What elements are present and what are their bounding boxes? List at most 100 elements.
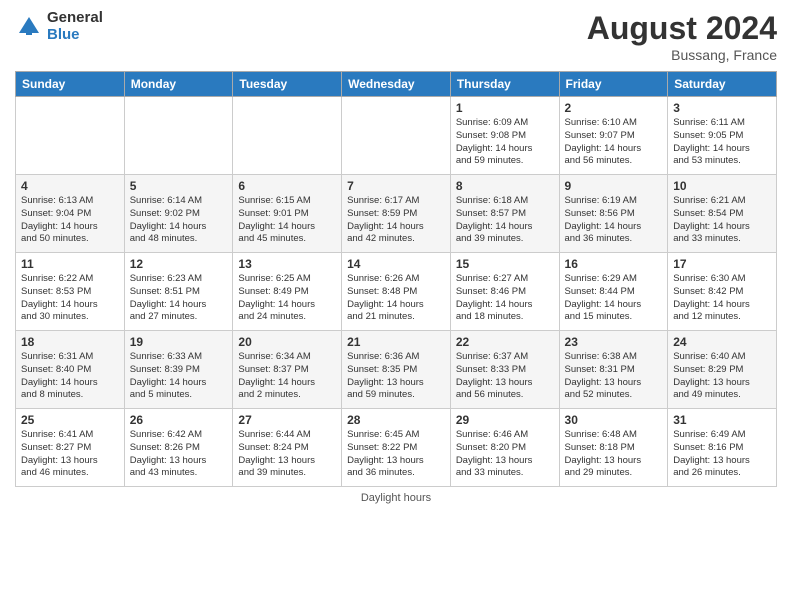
day-number: 9 (565, 179, 663, 193)
calendar-cell: 3 Sunrise: 6:11 AMSunset: 9:05 PMDaylight… (668, 97, 777, 175)
day-info: Sunrise: 6:48 AMSunset: 8:18 PMDaylight:… (565, 429, 663, 480)
daylight-hours-label: Daylight hours (361, 492, 431, 504)
day-info: Sunrise: 6:09 AMSunset: 9:08 PMDaylight:… (456, 117, 554, 168)
day-info: Sunrise: 6:29 AMSunset: 8:44 PMDaylight:… (565, 273, 663, 324)
calendar-cell: 17 Sunrise: 6:30 AMSunset: 8:42 PMDayligh… (668, 253, 777, 331)
day-info: Sunrise: 6:49 AMSunset: 8:16 PMDaylight:… (673, 429, 771, 480)
calendar-cell: 21Sunrise: 6:36 AMSunset: 8:35 PMDayligh… (342, 331, 451, 409)
day-info: Sunrise: 6:18 AMSunset: 8:57 PMDaylight:… (456, 195, 554, 246)
calendar-cell: 5 Sunrise: 6:14 AMSunset: 9:02 PMDaylight… (124, 175, 233, 253)
day-info: Sunrise: 6:14 AMSunset: 9:02 PMDaylight:… (130, 195, 228, 246)
col-header-wednesday: Wednesday (342, 72, 451, 97)
day-number: 23 (565, 335, 663, 349)
calendar-cell: 8 Sunrise: 6:18 AMSunset: 8:57 PMDaylight… (450, 175, 559, 253)
calendar-cell: 27 Sunrise: 6:44 AMSunset: 8:24 PMDayligh… (233, 409, 342, 487)
col-header-saturday: Saturday (668, 72, 777, 97)
day-info: Sunrise: 6:41 AMSunset: 8:27 PMDaylight:… (21, 429, 119, 480)
calendar-cell: 1 Sunrise: 6:09 AMSunset: 9:08 PMDaylight… (450, 97, 559, 175)
day-number: 5 (130, 179, 228, 193)
day-info: Sunrise: 6:19 AMSunset: 8:56 PMDaylight:… (565, 195, 663, 246)
calendar-cell: 10Sunrise: 6:21 AMSunset: 8:54 PMDayligh… (668, 175, 777, 253)
day-number: 27 (238, 413, 336, 427)
header: General Blue August 2024 Bussang, France (15, 10, 777, 63)
calendar-cell: 31 Sunrise: 6:49 AMSunset: 8:16 PMDayligh… (668, 409, 777, 487)
calendar-cell: 26 Sunrise: 6:42 AMSunset: 8:26 PMDayligh… (124, 409, 233, 487)
day-number: 12 (130, 257, 228, 271)
calendar-cell: 11 Sunrise: 6:22 AMSunset: 8:53 PMDayligh… (16, 253, 125, 331)
col-header-monday: Monday (124, 72, 233, 97)
day-number: 11 (21, 257, 119, 271)
logo-icon (15, 13, 43, 41)
day-info: Sunrise: 6:38 AMSunset: 8:31 PMDaylight:… (565, 351, 663, 402)
day-number: 3 (673, 101, 771, 115)
calendar-cell (233, 97, 342, 175)
day-info: Sunrise: 6:10 AMSunset: 9:07 PMDaylight:… (565, 117, 663, 168)
day-number: 24 (673, 335, 771, 349)
calendar-cell: 30 Sunrise: 6:48 AMSunset: 8:18 PMDayligh… (559, 409, 668, 487)
day-info: Sunrise: 6:23 AMSunset: 8:51 PMDaylight:… (130, 273, 228, 324)
calendar-cell: 22 Sunrise: 6:37 AMSunset: 8:33 PMDayligh… (450, 331, 559, 409)
day-info: Sunrise: 6:34 AMSunset: 8:37 PMDaylight:… (238, 351, 336, 402)
calendar-cell: 4 Sunrise: 6:13 AMSunset: 9:04 PMDaylight… (16, 175, 125, 253)
day-number: 31 (673, 413, 771, 427)
day-number: 1 (456, 101, 554, 115)
day-info: Sunrise: 6:27 AMSunset: 8:46 PMDaylight:… (456, 273, 554, 324)
calendar-week-4: 18Sunrise: 6:31 AMSunset: 8:40 PMDayligh… (16, 331, 777, 409)
day-info: Sunrise: 6:11 AMSunset: 9:05 PMDaylight:… (673, 117, 771, 168)
logo: General Blue (15, 10, 103, 43)
day-info: Sunrise: 6:45 AMSunset: 8:22 PMDaylight:… (347, 429, 445, 480)
calendar-cell: 15 Sunrise: 6:27 AMSunset: 8:46 PMDayligh… (450, 253, 559, 331)
title-block: August 2024 Bussang, France (587, 10, 777, 63)
day-number: 4 (21, 179, 119, 193)
day-info: Sunrise: 6:42 AMSunset: 8:26 PMDaylight:… (130, 429, 228, 480)
day-info: Sunrise: 6:21 AMSunset: 8:54 PMDaylight:… (673, 195, 771, 246)
day-number: 30 (565, 413, 663, 427)
calendar-cell: 2Sunrise: 6:10 AMSunset: 9:07 PMDaylight… (559, 97, 668, 175)
day-number: 26 (130, 413, 228, 427)
calendar-week-2: 4 Sunrise: 6:13 AMSunset: 9:04 PMDaylight… (16, 175, 777, 253)
day-number: 22 (456, 335, 554, 349)
calendar-week-3: 11 Sunrise: 6:22 AMSunset: 8:53 PMDayligh… (16, 253, 777, 331)
calendar-cell: 13Sunrise: 6:25 AMSunset: 8:49 PMDayligh… (233, 253, 342, 331)
day-info: Sunrise: 6:30 AMSunset: 8:42 PMDaylight:… (673, 273, 771, 324)
footer-note: Daylight hours (15, 492, 777, 504)
calendar-week-5: 25 Sunrise: 6:41 AMSunset: 8:27 PMDayligh… (16, 409, 777, 487)
day-number: 20 (238, 335, 336, 349)
logo-general-label: General (47, 10, 103, 27)
calendar-cell: 19Sunrise: 6:33 AMSunset: 8:39 PMDayligh… (124, 331, 233, 409)
day-info: Sunrise: 6:46 AMSunset: 8:20 PMDaylight:… (456, 429, 554, 480)
logo-text: General Blue (47, 10, 103, 43)
day-info: Sunrise: 6:17 AMSunset: 8:59 PMDaylight:… (347, 195, 445, 246)
calendar-cell: 18Sunrise: 6:31 AMSunset: 8:40 PMDayligh… (16, 331, 125, 409)
col-header-sunday: Sunday (16, 72, 125, 97)
day-number: 19 (130, 335, 228, 349)
day-info: Sunrise: 6:13 AMSunset: 9:04 PMDaylight:… (21, 195, 119, 246)
day-number: 6 (238, 179, 336, 193)
day-number: 25 (21, 413, 119, 427)
day-number: 21 (347, 335, 445, 349)
calendar-cell: 9 Sunrise: 6:19 AMSunset: 8:56 PMDaylight… (559, 175, 668, 253)
calendar-cell: 6Sunrise: 6:15 AMSunset: 9:01 PMDaylight… (233, 175, 342, 253)
calendar-cell: 24 Sunrise: 6:40 AMSunset: 8:29 PMDayligh… (668, 331, 777, 409)
day-info: Sunrise: 6:26 AMSunset: 8:48 PMDaylight:… (347, 273, 445, 324)
day-number: 17 (673, 257, 771, 271)
calendar-table: SundayMondayTuesdayWednesdayThursdayFrid… (15, 71, 777, 487)
day-info: Sunrise: 6:25 AMSunset: 8:49 PMDaylight:… (238, 273, 336, 324)
day-info: Sunrise: 6:22 AMSunset: 8:53 PMDaylight:… (21, 273, 119, 324)
day-info: Sunrise: 6:44 AMSunset: 8:24 PMDaylight:… (238, 429, 336, 480)
calendar-cell (16, 97, 125, 175)
day-number: 8 (456, 179, 554, 193)
col-header-friday: Friday (559, 72, 668, 97)
calendar-cell: 20 Sunrise: 6:34 AMSunset: 8:37 PMDayligh… (233, 331, 342, 409)
calendar-location: Bussang, France (587, 47, 777, 63)
calendar-header-row: SundayMondayTuesdayWednesdayThursdayFrid… (16, 72, 777, 97)
calendar-cell: 7Sunrise: 6:17 AMSunset: 8:59 PMDaylight… (342, 175, 451, 253)
day-info: Sunrise: 6:31 AMSunset: 8:40 PMDaylight:… (21, 351, 119, 402)
day-number: 15 (456, 257, 554, 271)
day-info: Sunrise: 6:37 AMSunset: 8:33 PMDaylight:… (456, 351, 554, 402)
calendar-cell: 14Sunrise: 6:26 AMSunset: 8:48 PMDayligh… (342, 253, 451, 331)
day-info: Sunrise: 6:40 AMSunset: 8:29 PMDaylight:… (673, 351, 771, 402)
col-header-tuesday: Tuesday (233, 72, 342, 97)
calendar-cell: 23 Sunrise: 6:38 AMSunset: 8:31 PMDayligh… (559, 331, 668, 409)
calendar-week-1: 1 Sunrise: 6:09 AMSunset: 9:08 PMDaylight… (16, 97, 777, 175)
